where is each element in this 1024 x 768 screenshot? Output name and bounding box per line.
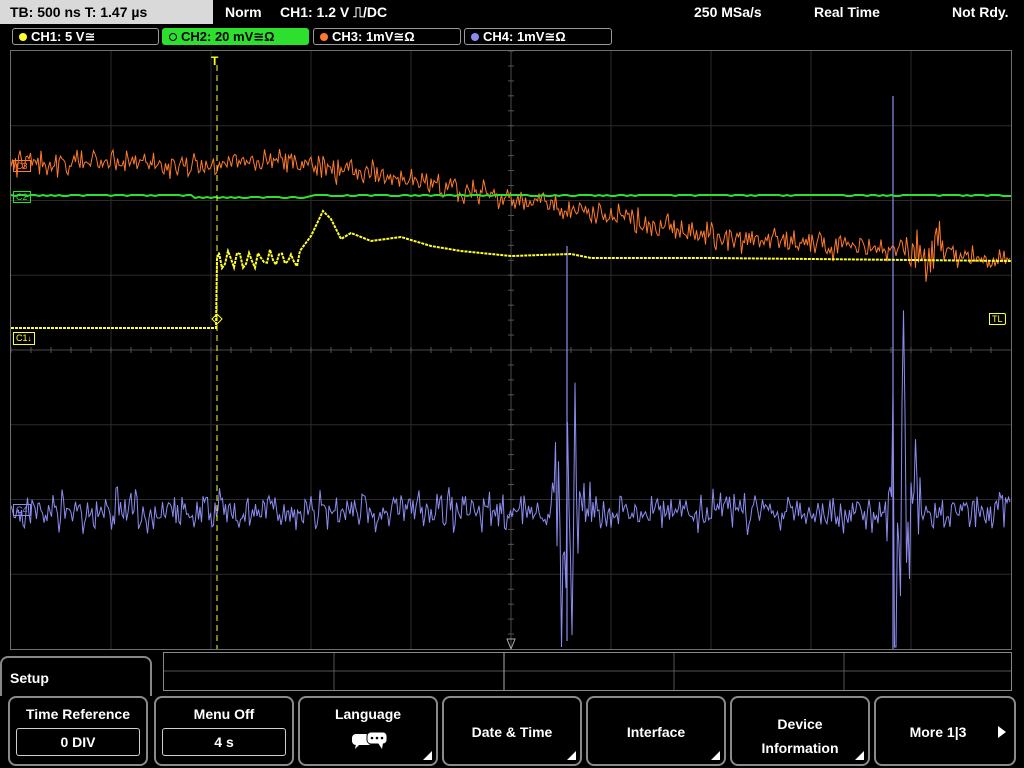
overview-grid	[164, 653, 1011, 690]
ch4-offset-marker[interactable]: C4	[13, 504, 31, 516]
channel-tab-label: CH4: 1mV≅Ω	[483, 29, 566, 44]
ch1-offset-marker[interactable]: C1↓	[13, 332, 35, 345]
trigger-info[interactable]: CH1: 1.2 V ⎍/DC	[280, 0, 387, 24]
trigger-level-text: TL	[992, 314, 1003, 324]
submenu-indicator-icon	[855, 751, 864, 760]
setup-menu-panel: Setup	[0, 656, 152, 696]
channel-tab-ch3[interactable]: CH3: 1mV≅Ω	[313, 28, 461, 45]
submenu-indicator-icon	[567, 751, 576, 760]
softkey-label: Interface	[626, 724, 686, 740]
ch2-offset-marker[interactable]: C2	[13, 191, 31, 203]
language-softkey[interactable]: Language	[298, 696, 438, 766]
date-time-softkey[interactable]: Date & Time	[442, 696, 582, 766]
softkey-label: Language	[334, 706, 402, 722]
ch3-color-icon	[320, 33, 328, 41]
submenu-indicator-icon	[423, 751, 432, 760]
channel-tab-label: CH2: 20 mV≅Ω	[181, 29, 275, 44]
ch3-marker-text: C3	[16, 161, 28, 171]
waveform-canvas	[11, 51, 1011, 649]
channel-tab-label: CH3: 1mV≅Ω	[332, 29, 415, 44]
acquisition-mode: Real Time	[814, 4, 880, 20]
menu-off-softkey[interactable]: Menu Off 4 s	[154, 696, 294, 766]
trigger-marker-text: T	[211, 54, 219, 68]
ch1-marker-arrow-icon: ↓	[27, 334, 32, 343]
time-reference-softkey[interactable]: Time Reference 0 DIV	[8, 696, 148, 766]
channel-bar: CH1: 5 V≅ CH2: 20 mV≅Ω CH3: 1mV≅Ω CH4: 1…	[0, 24, 1024, 48]
softkey-label: Time Reference	[25, 706, 130, 722]
status-bar: TB: 500 ns T: 1.47 µs Norm CH1: 1.2 V ⎍/…	[0, 0, 1024, 24]
channel-tab-label: CH1: 5 V≅	[31, 29, 96, 44]
ch1-marker-text: C1	[16, 333, 28, 343]
more-softkey[interactable]: More 1|3	[874, 696, 1016, 766]
ch4-color-icon	[471, 33, 479, 41]
ch2-color-icon	[169, 33, 177, 41]
interface-softkey[interactable]: Interface	[586, 696, 726, 766]
trigger-level-marker[interactable]: TL	[989, 313, 1006, 325]
sample-rate: 250 MSa/s	[694, 4, 762, 20]
acquisition-status: Not Rdy.	[952, 4, 1009, 20]
softkey-bar: Time Reference 0 DIV Menu Off 4 s Langua…	[0, 696, 1024, 768]
channel-tab-ch4[interactable]: CH4: 1mV≅Ω	[464, 28, 612, 45]
submenu-indicator-icon	[711, 751, 720, 760]
menu-title: Setup	[10, 670, 49, 686]
next-page-icon	[998, 726, 1006, 738]
overview-strip	[163, 652, 1012, 691]
menu-off-value[interactable]: 4 s	[162, 728, 286, 756]
softkey-label: Date & Time	[471, 724, 553, 740]
waveform-display[interactable]: C3 C2 C1↓ C4 TL T	[10, 50, 1012, 650]
trigger-mode[interactable]: Norm	[225, 0, 262, 24]
channel-tab-ch1[interactable]: CH1: 5 V≅	[12, 28, 159, 45]
ch3-offset-marker[interactable]: C3	[13, 160, 31, 172]
softkey-label: More 1|3	[909, 724, 967, 740]
ch2-marker-text: C2	[16, 192, 28, 202]
ch1-color-icon	[19, 33, 27, 41]
softkey-label: Device Information	[761, 716, 839, 756]
speech-bubbles-icon	[352, 731, 388, 749]
channel-tab-ch2[interactable]: CH2: 20 mV≅Ω	[162, 28, 309, 45]
ch4-marker-text: C4	[16, 505, 28, 515]
trigger-position-marker[interactable]: T	[211, 54, 218, 68]
timebase-readout[interactable]: TB: 500 ns T: 1.47 µs	[0, 0, 213, 24]
time-reference-value[interactable]: 0 DIV	[16, 728, 140, 756]
device-information-softkey[interactable]: Device Information	[730, 696, 870, 766]
softkey-label: Menu Off	[193, 706, 255, 722]
